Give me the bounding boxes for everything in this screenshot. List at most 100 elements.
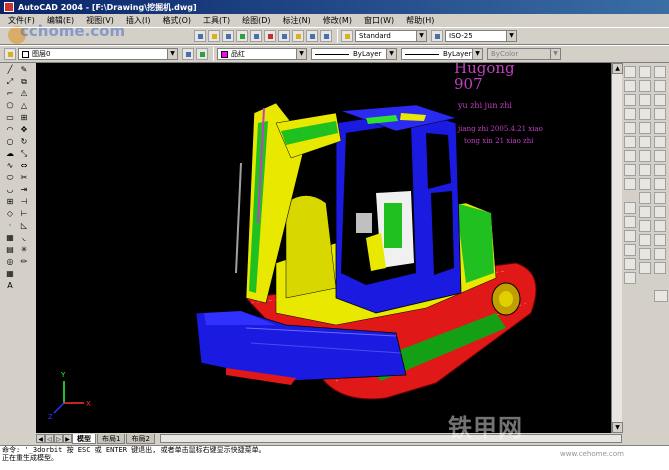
copy-icon[interactable]: ⧉ bbox=[18, 76, 30, 88]
tab-layout2[interactable]: 布局2 bbox=[126, 433, 155, 444]
orbit-icon[interactable] bbox=[654, 80, 666, 92]
zoom-previous-icon[interactable] bbox=[236, 30, 248, 42]
autocad-icon[interactable] bbox=[4, 2, 14, 12]
gradient-icon[interactable]: ▤ bbox=[4, 244, 16, 256]
properties-icon[interactable] bbox=[250, 30, 262, 42]
line-icon[interactable]: ╱ bbox=[4, 64, 16, 76]
solids-icon[interactable] bbox=[639, 108, 651, 120]
calculator-icon[interactable] bbox=[320, 30, 332, 42]
arc-icon[interactable]: ◠ bbox=[4, 124, 16, 136]
horizontal-scrollbar[interactable] bbox=[159, 434, 622, 443]
orbit-icon[interactable] bbox=[654, 164, 666, 176]
array-icon[interactable]: ⊞ bbox=[18, 112, 30, 124]
table-icon[interactable]: ▦ bbox=[4, 268, 16, 280]
tool-palettes-icon[interactable] bbox=[278, 30, 290, 42]
view-icon[interactable] bbox=[624, 164, 636, 176]
layer-select[interactable]: 图层0 ▼ bbox=[18, 48, 178, 60]
polyline-icon[interactable]: ⌐ bbox=[4, 88, 16, 100]
shade-icon[interactable] bbox=[624, 244, 636, 256]
solids-icon[interactable] bbox=[639, 66, 651, 78]
menu-dimension[interactable]: 标注(N) bbox=[277, 15, 317, 26]
dim-style-select[interactable]: ISO-25 ▼ bbox=[445, 30, 517, 42]
polygon-icon[interactable]: ⬠ bbox=[4, 100, 16, 112]
scale-icon[interactable]: ⤡ bbox=[18, 148, 30, 160]
sheet-set-icon[interactable] bbox=[292, 30, 304, 42]
solids-icon[interactable] bbox=[639, 262, 651, 274]
shade-icon[interactable] bbox=[624, 230, 636, 242]
dim-style-icon[interactable] bbox=[431, 30, 443, 42]
hatch-icon[interactable]: ▦ bbox=[4, 232, 16, 244]
markup-icon[interactable] bbox=[306, 30, 318, 42]
solids-icon[interactable] bbox=[639, 206, 651, 218]
rotate-icon[interactable]: ↻ bbox=[18, 136, 30, 148]
explode-icon[interactable]: ✳ bbox=[18, 244, 30, 256]
next-tab-icon[interactable]: ▷ bbox=[54, 434, 63, 443]
mirror-icon[interactable]: ⚠ bbox=[18, 88, 30, 100]
solids-icon[interactable] bbox=[639, 164, 651, 176]
solids-icon[interactable] bbox=[639, 150, 651, 162]
fillet-icon[interactable]: ◟ bbox=[18, 232, 30, 244]
ellipse-arc-icon[interactable]: ◡ bbox=[4, 184, 16, 196]
menu-window[interactable]: 窗口(W) bbox=[358, 15, 400, 26]
construction-line-icon[interactable]: ⤢ bbox=[4, 76, 16, 88]
shade-icon[interactable] bbox=[624, 258, 636, 270]
chevron-down-icon[interactable]: ▼ bbox=[416, 31, 426, 41]
make-object-layer-current-icon[interactable] bbox=[182, 48, 194, 60]
orbit-icon[interactable] bbox=[654, 66, 666, 78]
revcloud-icon[interactable]: ☁ bbox=[4, 148, 16, 160]
menu-help[interactable]: 帮助(H) bbox=[400, 15, 440, 26]
zoom-window-icon[interactable] bbox=[222, 30, 234, 42]
view-icon[interactable] bbox=[624, 150, 636, 162]
break-icon[interactable]: ⊣ bbox=[18, 196, 30, 208]
designcenter-icon[interactable] bbox=[264, 30, 276, 42]
view-icon[interactable] bbox=[624, 136, 636, 148]
spline-icon[interactable]: ∿ bbox=[4, 160, 16, 172]
solids-icon[interactable] bbox=[639, 220, 651, 232]
zoom-icon[interactable] bbox=[208, 30, 220, 42]
mtext-icon[interactable]: A bbox=[4, 280, 16, 292]
expand-toolbar-icon[interactable] bbox=[654, 290, 668, 302]
region-icon[interactable]: ◎ bbox=[4, 256, 16, 268]
move-icon[interactable]: ✥ bbox=[18, 124, 30, 136]
chevron-down-icon[interactable]: ▼ bbox=[472, 49, 482, 59]
orbit-icon[interactable] bbox=[654, 136, 666, 148]
orbit-icon[interactable] bbox=[654, 262, 666, 274]
tab-model[interactable]: 模型 bbox=[72, 433, 96, 444]
shade-icon[interactable] bbox=[624, 216, 636, 228]
shade-icon[interactable] bbox=[624, 202, 636, 214]
chevron-down-icon[interactable]: ▼ bbox=[386, 49, 396, 59]
view-icon[interactable] bbox=[624, 66, 636, 78]
first-tab-icon[interactable]: ◀ bbox=[36, 434, 45, 443]
circle-icon[interactable]: ○ bbox=[4, 136, 16, 148]
solids-icon[interactable] bbox=[639, 136, 651, 148]
text-style-icon[interactable] bbox=[341, 30, 353, 42]
chevron-down-icon[interactable]: ▼ bbox=[296, 49, 306, 59]
chevron-down-icon[interactable]: ▼ bbox=[167, 49, 177, 59]
orbit-icon[interactable] bbox=[654, 248, 666, 260]
view-icon[interactable] bbox=[624, 80, 636, 92]
prev-tab-icon[interactable]: ◁ bbox=[45, 434, 54, 443]
orbit-icon[interactable] bbox=[654, 192, 666, 204]
solids-icon[interactable] bbox=[639, 178, 651, 190]
erase-icon[interactable]: ✎ bbox=[18, 64, 30, 76]
orbit-icon[interactable] bbox=[654, 206, 666, 218]
menu-draw[interactable]: 绘图(D) bbox=[236, 15, 276, 26]
trim-icon[interactable]: ✂ bbox=[18, 172, 30, 184]
orbit-icon[interactable] bbox=[654, 150, 666, 162]
solids-icon[interactable] bbox=[639, 248, 651, 260]
view-icon[interactable] bbox=[624, 122, 636, 134]
solids-icon[interactable] bbox=[639, 94, 651, 106]
point-icon[interactable]: · bbox=[4, 220, 16, 232]
orbit-icon[interactable] bbox=[654, 234, 666, 246]
view-icon[interactable] bbox=[624, 108, 636, 120]
layer-manager-icon[interactable] bbox=[4, 48, 16, 60]
join-icon[interactable]: ⊢ bbox=[18, 208, 30, 220]
solids-icon[interactable] bbox=[639, 234, 651, 246]
orbit-icon[interactable] bbox=[654, 178, 666, 190]
view-icon[interactable] bbox=[624, 178, 636, 190]
rectangle-icon[interactable]: ▭ bbox=[4, 112, 16, 124]
menu-insert[interactable]: 插入(I) bbox=[120, 15, 157, 26]
solids-icon[interactable] bbox=[639, 80, 651, 92]
menu-modify[interactable]: 修改(M) bbox=[317, 15, 358, 26]
last-tab-icon[interactable]: ▶ bbox=[63, 434, 72, 443]
